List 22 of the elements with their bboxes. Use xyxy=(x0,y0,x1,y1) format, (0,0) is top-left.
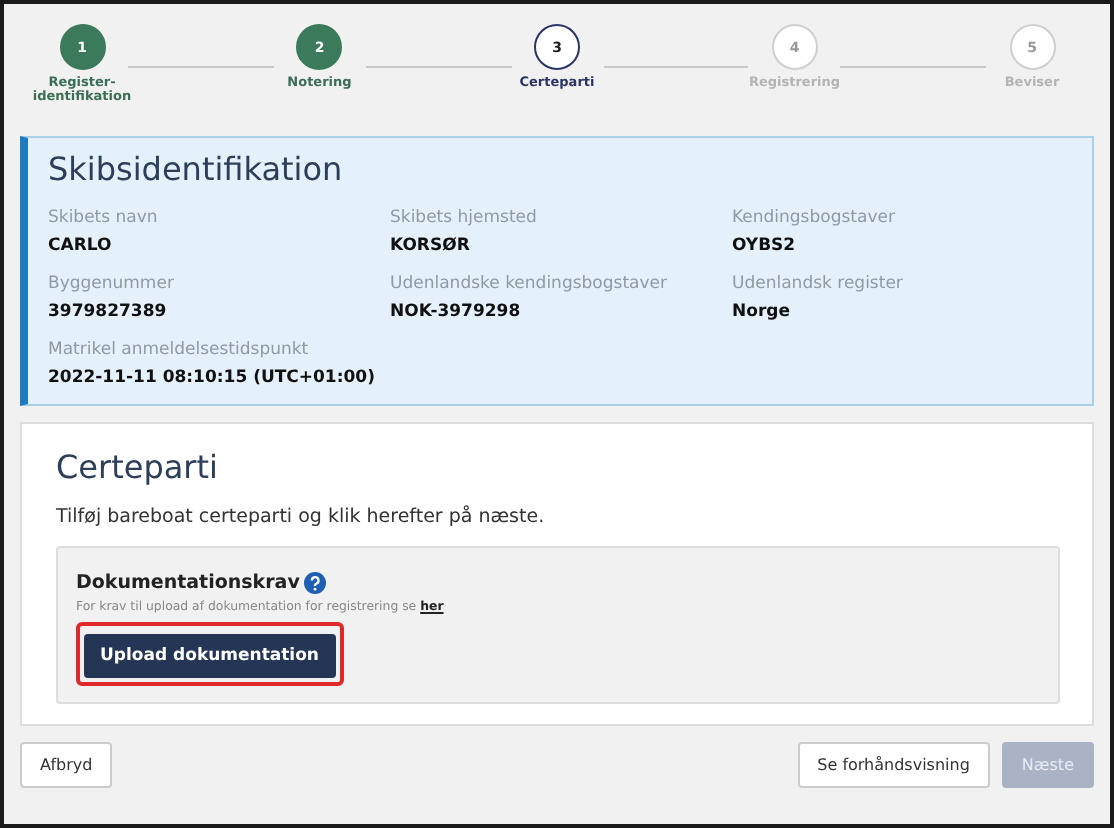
field-value: Norge xyxy=(732,302,792,322)
upload-button[interactable]: Upload dokumentation xyxy=(84,634,335,678)
field-value: OYBS2 xyxy=(732,236,798,256)
description: Tilføj bareboat certeparti og klik herefter på næste. xyxy=(56,506,547,528)
panel-title: Skibsidentifikation xyxy=(48,150,345,188)
field-label: Udenlandsk register xyxy=(732,274,905,294)
field-label: Matrikel anmeldelsestidspunkt xyxy=(48,340,311,360)
field-value: 2022-11-11 08:10:15 (UTC+01:00) xyxy=(48,368,377,388)
field-value: 3979827389 xyxy=(48,302,169,322)
field-label: Byggenummer xyxy=(48,274,176,294)
card-title: Certeparti xyxy=(56,448,220,486)
field-label: Skibets navn xyxy=(48,208,160,228)
cancel-button[interactable]: Afbryd xyxy=(20,742,113,788)
help-icon[interactable] xyxy=(303,572,326,594)
field-label: Kendingsbogstaver xyxy=(732,208,897,228)
field-value: CARLO xyxy=(48,236,114,256)
field-value: NOK-3979298 xyxy=(390,302,523,322)
field-label: Udenlandske kendingsbogstaver xyxy=(390,274,669,294)
requirements-heading: Dokumentationskrav xyxy=(76,572,300,594)
preview-button[interactable]: Se forhåndsvisning xyxy=(797,742,990,788)
field-value: KORSØR xyxy=(390,236,472,256)
field-label: Skibets hjemsted xyxy=(390,208,539,228)
